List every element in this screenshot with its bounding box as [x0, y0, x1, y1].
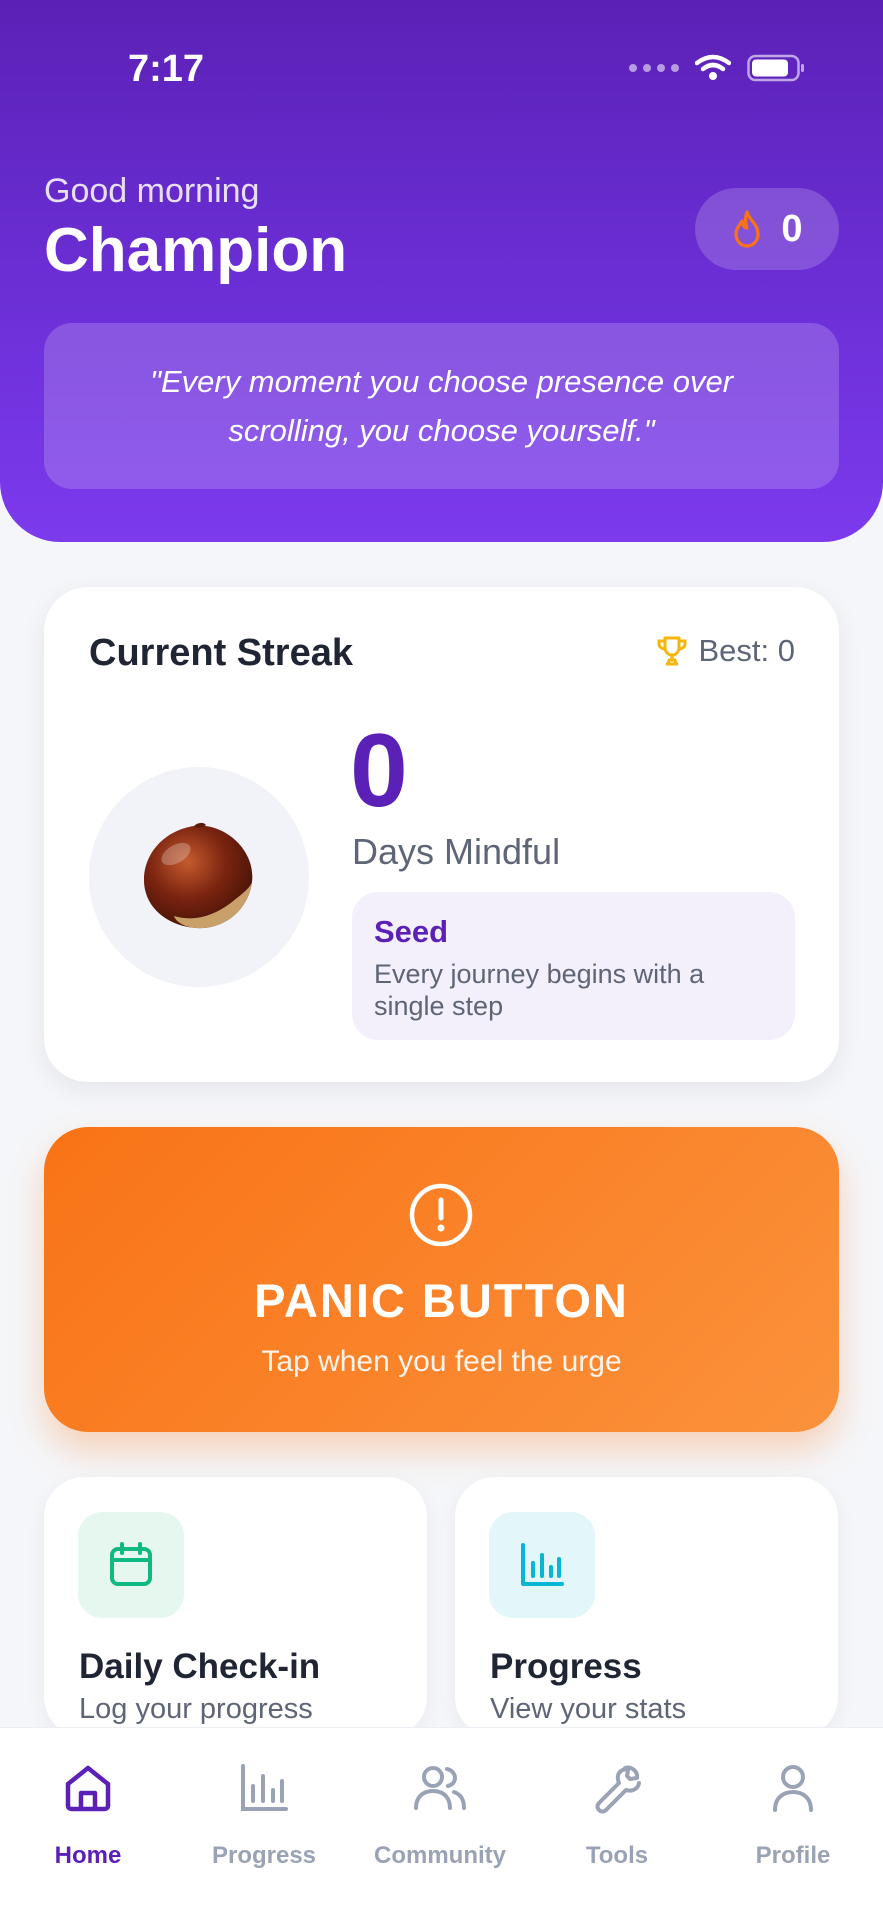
stage-name: Seed	[374, 914, 449, 949]
tab-profile[interactable]: Profile	[705, 1728, 881, 1869]
home-icon	[65, 1765, 111, 1812]
panic-title: PANIC BUTTON	[254, 1274, 629, 1327]
chestnut-icon	[144, 822, 253, 929]
battery-icon	[747, 54, 804, 82]
tile-subtitle: Log your progress	[79, 1693, 313, 1725]
tab-home[interactable]: Home	[0, 1728, 176, 1869]
bar-chart-icon	[521, 1543, 564, 1586]
signal-icon	[629, 64, 679, 72]
tile-title: Progress	[490, 1647, 642, 1686]
best-label: Best: 0	[698, 633, 796, 668]
days-label: Days Mindful	[352, 831, 561, 872]
flame-icon	[734, 210, 761, 248]
chart-icon-box	[489, 1512, 595, 1618]
daily-checkin-tile[interactable]: Daily Check-in Log your progress	[44, 1477, 427, 1737]
calendar-icon-box	[78, 1512, 184, 1618]
status-time: 7:17	[128, 48, 205, 90]
user-name: Champion	[44, 216, 348, 285]
quote-box: "Every moment you choose presence over s…	[44, 323, 839, 489]
tab-tools[interactable]: Tools	[529, 1728, 705, 1869]
quote-text: "Every moment you choose presence over s…	[149, 364, 734, 448]
trophy-icon	[657, 636, 686, 666]
calendar-icon	[110, 1542, 152, 1586]
panic-button[interactable]: PANIC BUTTON Tap when you feel the urge	[44, 1127, 839, 1432]
tab-label: Progress	[211, 1842, 317, 1869]
header: 7:17 Good morning Champion 0 "Every mome…	[0, 0, 883, 542]
user-icon	[773, 1765, 813, 1812]
wifi-icon	[695, 54, 731, 80]
streak-badge[interactable]: 0	[695, 188, 839, 270]
tab-label: Profile	[755, 1842, 831, 1869]
stage-box: Seed Every journey begins with a single …	[352, 892, 795, 1040]
greeting: Good morning	[44, 172, 260, 210]
users-icon	[414, 1766, 466, 1810]
card-title: Current Streak	[89, 632, 353, 674]
tile-title: Daily Check-in	[79, 1647, 321, 1686]
tab-label: Tools	[585, 1842, 649, 1869]
streak-count: 0	[781, 207, 803, 250]
panic-subtitle: Tap when you feel the urge	[261, 1345, 622, 1378]
tile-subtitle: View your stats	[490, 1693, 687, 1725]
streak-card[interactable]: Current Streak Best: 0 0 Days Mindful Se…	[44, 587, 839, 1082]
tab-label: Home	[54, 1842, 122, 1869]
growth-avatar	[89, 767, 309, 987]
tab-progress[interactable]: Progress	[176, 1728, 352, 1869]
stage-description: Every journey begins with a single step	[374, 959, 705, 1021]
progress-tile[interactable]: Progress View your stats	[455, 1477, 838, 1737]
status-icons	[629, 54, 805, 82]
tab-community[interactable]: Community	[352, 1728, 528, 1869]
tab-bar: Home Progress Community Tools Profile	[0, 1727, 883, 1921]
streak-days-number: 0	[350, 713, 408, 829]
alert-icon	[409, 1183, 473, 1247]
wrench-icon	[595, 1765, 641, 1814]
best-streak: Best: 0	[655, 633, 796, 669]
bar-chart-icon	[241, 1764, 288, 1811]
tab-label: Community	[374, 1842, 506, 1869]
